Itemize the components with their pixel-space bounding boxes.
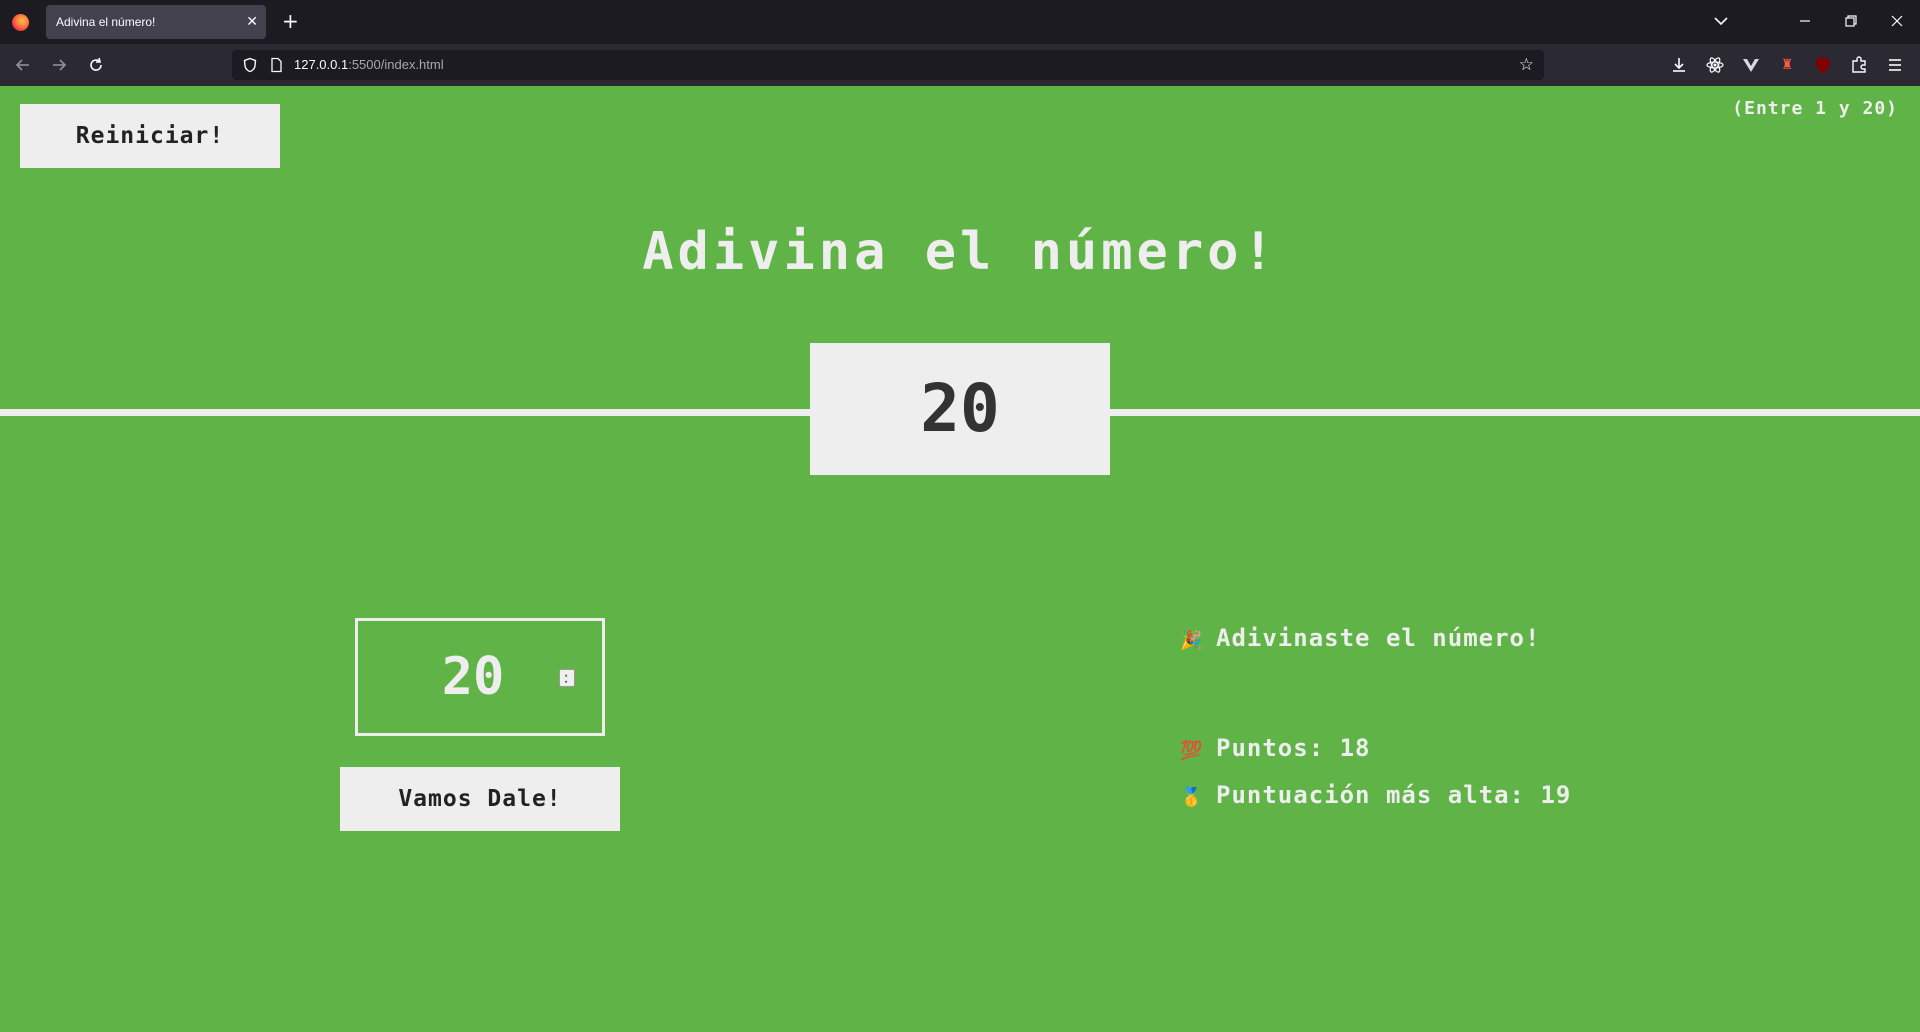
guess-input-value[interactable]: 20: [358, 621, 588, 733]
app-menu-icon[interactable]: [1885, 55, 1905, 75]
number-spinner[interactable]: ▴ ▾: [559, 669, 575, 687]
url-host: 127.0.0.1: [294, 57, 349, 72]
highscore-value: 19: [1540, 781, 1572, 809]
tab-list-chevron-icon[interactable]: [1712, 12, 1730, 30]
bookmark-star-icon[interactable]: ☆: [1519, 55, 1534, 75]
close-window-icon[interactable]: [1888, 12, 1906, 30]
hundred-points-icon: 💯: [1180, 740, 1204, 761]
restore-icon[interactable]: [1842, 12, 1860, 30]
browser-tab[interactable]: Adivina el número! ✕: [46, 5, 266, 39]
forward-arrow-icon[interactable]: [49, 55, 69, 75]
message-text: Adivinaste el número!: [1216, 624, 1541, 652]
game-page: Reiniciar! (Entre 1 y 20) Adivina el núm…: [0, 86, 1920, 1032]
new-tab-button[interactable]: +: [282, 10, 299, 32]
tab-title: Adivina el número!: [56, 15, 156, 29]
extension-badge-icon[interactable]: ♜: [1777, 55, 1797, 75]
game-message: 🎉 Adivinaste el número!: [1180, 624, 1540, 652]
url-bar[interactable]: 127.0.0.1:5500/index.html ☆: [232, 50, 1544, 80]
url-text[interactable]: 127.0.0.1:5500/index.html: [294, 57, 444, 72]
browser-tab-bar: Adivina el número! ✕ +: [0, 0, 1920, 44]
highscore-label: Puntuación más alta:: [1216, 781, 1525, 809]
tab-close-icon[interactable]: ✕: [246, 13, 258, 31]
firefox-logo-icon: [12, 14, 29, 31]
range-hint: (Entre 1 y 20): [1732, 98, 1898, 119]
ublock-origin-icon[interactable]: [1813, 55, 1833, 75]
check-button[interactable]: Vamos Dale!: [340, 767, 620, 831]
vue-devtools-icon[interactable]: [1741, 55, 1761, 75]
browser-nav-bar: 127.0.0.1:5500/index.html ☆ ♜: [0, 44, 1920, 86]
url-path: :5500/index.html: [348, 57, 444, 72]
highscore-line: 🥇 Puntuación más alta: 19: [1180, 781, 1571, 809]
party-popper-icon: 🎉: [1180, 630, 1204, 651]
tracking-shield-icon[interactable]: [242, 57, 258, 73]
score-label: Puntos:: [1216, 734, 1325, 762]
extensions-puzzle-icon[interactable]: [1849, 55, 1869, 75]
again-button[interactable]: Reiniciar!: [20, 104, 280, 168]
secret-number-box: 20: [810, 343, 1110, 475]
medal-icon: 🥇: [1180, 787, 1204, 808]
score-line: 💯 Puntos: 18: [1180, 734, 1371, 762]
page-info-icon[interactable]: [268, 57, 284, 73]
guess-input[interactable]: 20 ▴ ▾: [355, 618, 605, 736]
page-title: Adivina el número!: [642, 222, 1278, 282]
minimize-icon[interactable]: [1796, 12, 1814, 30]
react-devtools-icon[interactable]: [1705, 55, 1725, 75]
reload-icon[interactable]: [86, 55, 106, 75]
back-arrow-icon[interactable]: [13, 55, 33, 75]
downloads-icon[interactable]: [1669, 55, 1689, 75]
score-value: 18: [1339, 734, 1371, 762]
spinner-down-icon[interactable]: ▾: [564, 679, 570, 686]
